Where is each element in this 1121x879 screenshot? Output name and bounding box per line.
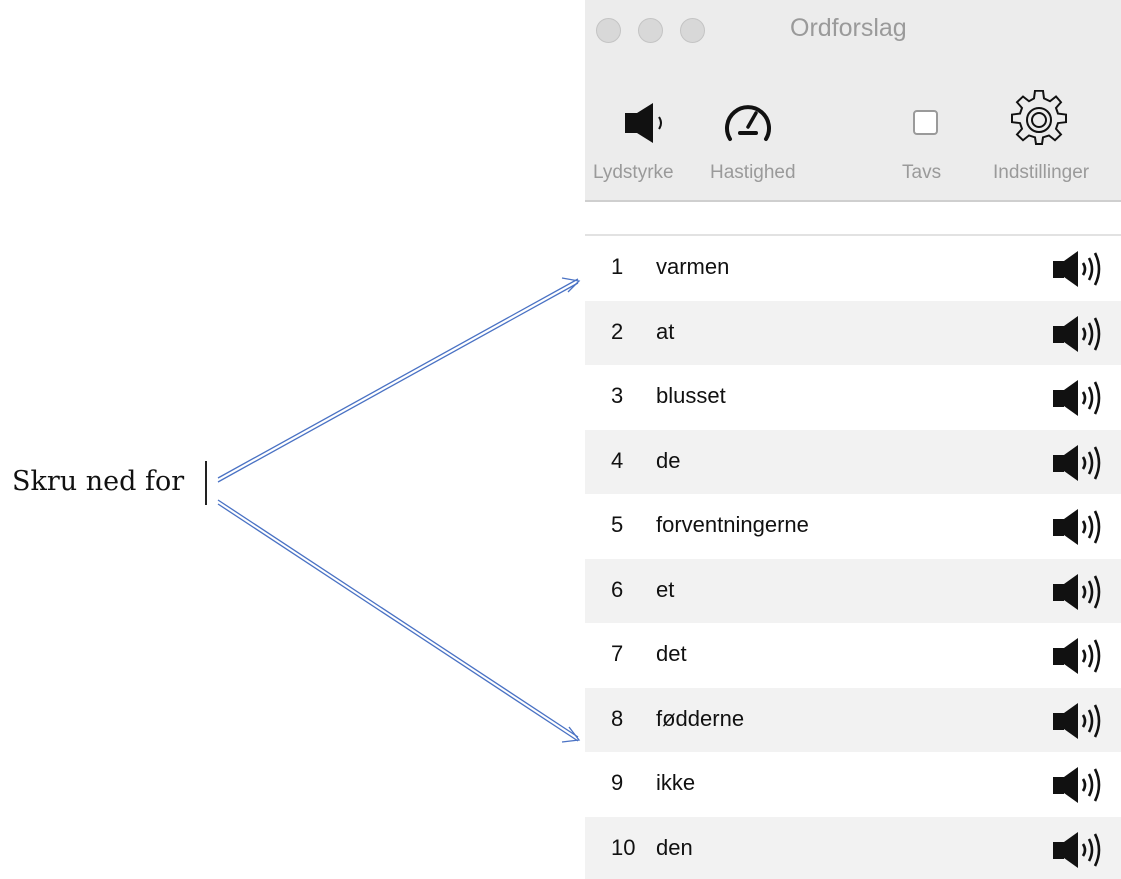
suggestion-row[interactable]: 7 det (585, 623, 1121, 688)
suggestion-number: 3 (611, 383, 624, 408)
suggestion-row[interactable]: 4 de (585, 429, 1121, 494)
suggestion-number: 1 (611, 254, 624, 279)
suggestion-row[interactable]: 8 fødderne (585, 687, 1121, 752)
speaker-icon[interactable] (1052, 379, 1110, 417)
silent-label: Tavs (902, 162, 942, 183)
close-button[interactable] (596, 18, 621, 43)
suggestion-window: Ordforslag Lydstyrke Hastighed Tavs Inds… (585, 0, 1121, 879)
suggestion-number: 7 (611, 641, 624, 666)
arrowhead-bottom (561, 726, 581, 743)
speed-label: Hastighed (710, 162, 796, 183)
speaker-icon[interactable] (1052, 766, 1110, 804)
suggestion-list: 1 varmen 2 at 3 blusset 4 de 5 forventni… (585, 236, 1121, 879)
suggestion-number: 2 (611, 318, 624, 344)
suggestion-row[interactable]: 3 blusset (585, 365, 1121, 430)
settings-label: Indstillinger (993, 162, 1090, 183)
suggestion-number: 8 (611, 705, 624, 731)
speaker-icon[interactable] (1052, 831, 1110, 869)
suggestion-number: 9 (611, 770, 624, 795)
suggestion-word[interactable]: at (656, 319, 674, 345)
suggestion-word[interactable]: den (656, 835, 693, 861)
suggestion-word[interactable]: varmen (656, 254, 729, 280)
speaker-icon[interactable] (623, 101, 675, 145)
speedometer-icon[interactable] (722, 97, 774, 149)
suggestion-word[interactable]: fødderne (656, 706, 744, 732)
window-titlebar: Ordforslag Lydstyrke Hastighed Tavs Inds… (585, 0, 1121, 202)
list-header-gap (585, 202, 1121, 236)
suggestion-word[interactable]: forventningerne (656, 512, 809, 538)
suggestion-number: 10 (611, 834, 636, 860)
window-title: Ordforslag (790, 14, 907, 42)
speaker-icon[interactable] (1052, 702, 1110, 740)
arrow-top (217, 278, 579, 483)
suggestion-row[interactable]: 9 ikke (585, 752, 1121, 817)
suggestion-number: 4 (611, 447, 624, 473)
suggestion-word[interactable]: ikke (656, 770, 695, 796)
minimize-button[interactable] (638, 18, 663, 43)
speaker-icon[interactable] (1052, 508, 1110, 546)
suggestion-word[interactable]: blusset (656, 383, 726, 409)
gear-icon[interactable] (1009, 90, 1069, 150)
speaker-icon[interactable] (1052, 637, 1110, 675)
zoom-button[interactable] (680, 18, 705, 43)
suggestion-number: 6 (611, 576, 624, 602)
speaker-icon[interactable] (1052, 315, 1110, 353)
silent-checkbox[interactable] (913, 110, 938, 135)
suggestion-number: 5 (611, 512, 624, 537)
suggestion-word[interactable]: de (656, 448, 680, 474)
speaker-icon[interactable] (1052, 573, 1110, 611)
suggestion-row[interactable]: 5 forventningerne (585, 494, 1121, 559)
suggestion-row[interactable]: 1 varmen (585, 236, 1121, 301)
suggestion-word[interactable]: et (656, 577, 674, 603)
speaker-icon[interactable] (1052, 250, 1110, 288)
suggestion-row[interactable]: 2 at (585, 300, 1121, 365)
suggestion-word[interactable]: det (656, 641, 687, 667)
speaker-icon[interactable] (1052, 444, 1110, 482)
suggestion-row[interactable]: 6 et (585, 558, 1121, 623)
arrow-bottom (217, 499, 579, 742)
suggestion-row[interactable]: 10 den (585, 816, 1121, 879)
volume-label: Lydstyrke (593, 162, 674, 183)
